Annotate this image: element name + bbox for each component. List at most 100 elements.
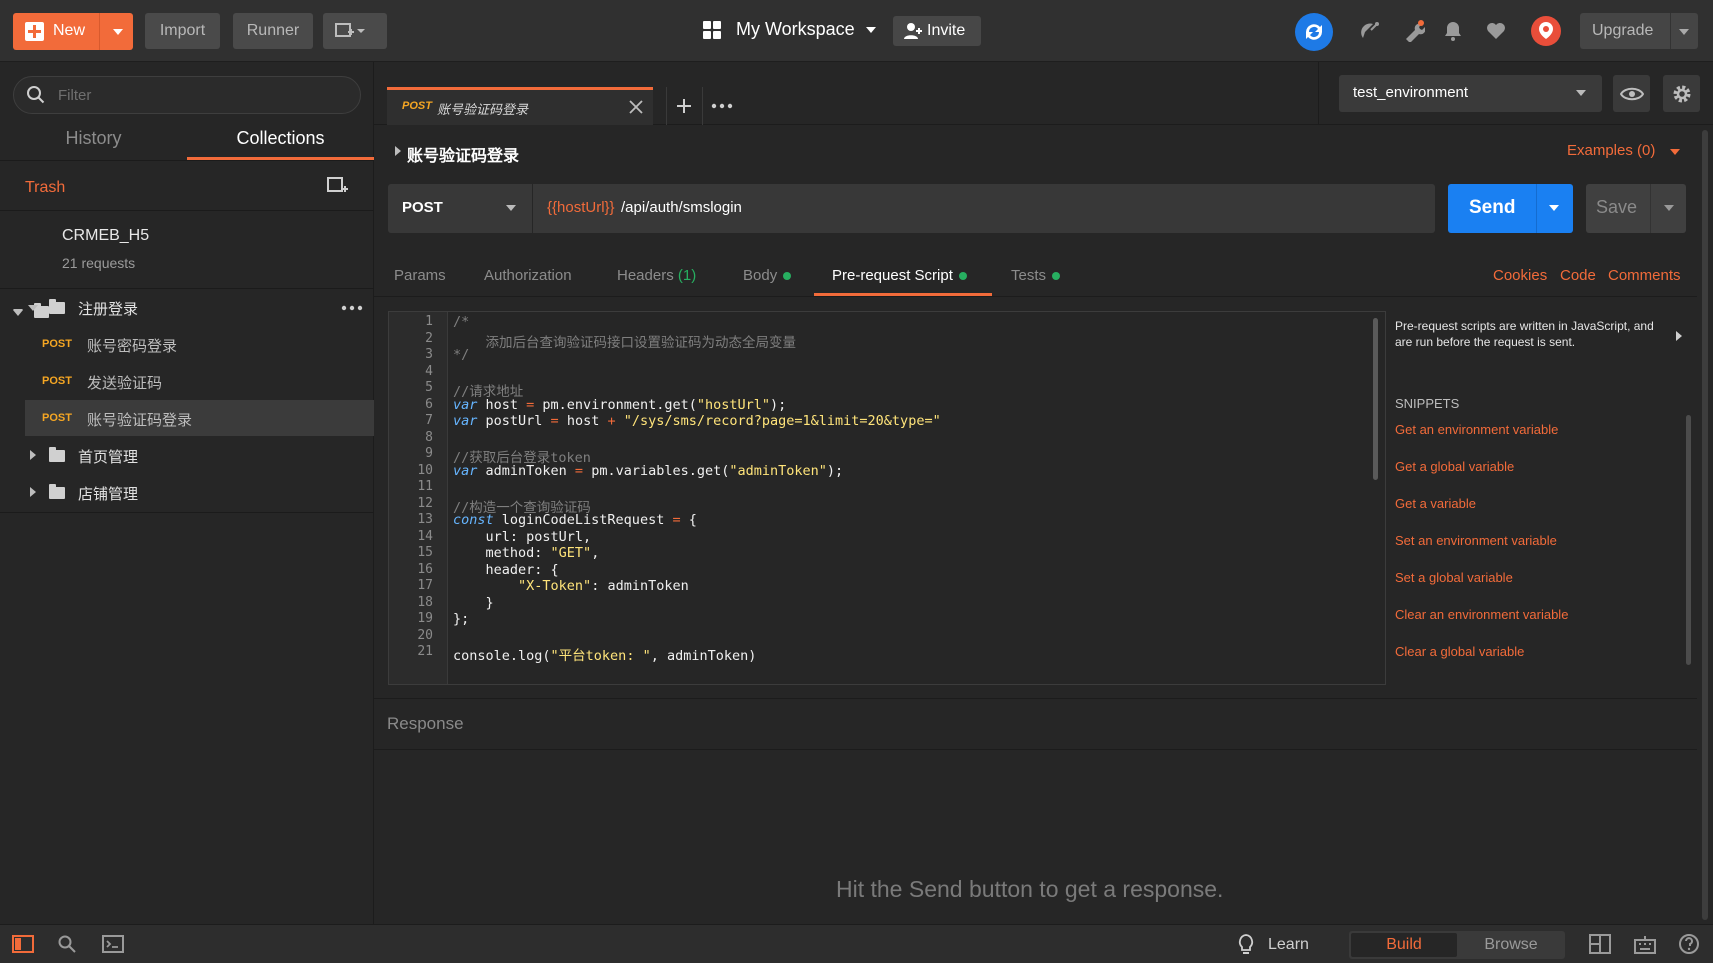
- save-label: Save: [1596, 197, 1638, 217]
- trash-link[interactable]: Trash: [25, 179, 65, 197]
- line-number: 2: [425, 330, 433, 346]
- upgrade-caret-icon[interactable]: [1679, 29, 1689, 35]
- learn-link[interactable]: Learn: [1268, 936, 1309, 954]
- editor-scrollbar[interactable]: [1373, 318, 1378, 480]
- examples-label: Examples (0): [1567, 142, 1656, 159]
- settings-wrench-icon[interactable]: [1403, 20, 1425, 42]
- new-window-button[interactable]: [323, 13, 387, 49]
- line-number: 8: [425, 429, 433, 445]
- line-number: 18: [417, 594, 433, 610]
- heart-icon[interactable]: [1485, 20, 1507, 42]
- toggle-sidebar-icon[interactable]: [12, 935, 34, 953]
- new-tab-button[interactable]: [666, 87, 700, 125]
- code-link[interactable]: Code: [1560, 267, 1596, 284]
- snippet-link[interactable]: Get an environment variable: [1395, 422, 1558, 437]
- new-dropdown-icon[interactable]: [113, 29, 123, 35]
- search-icon[interactable]: [57, 934, 77, 954]
- send-dropdown-icon[interactable]: [1549, 205, 1559, 211]
- browse-tab[interactable]: Browse: [1459, 933, 1563, 957]
- code-line: console.log("平台token: ", adminToken): [453, 648, 757, 664]
- snippet-link[interactable]: Get a global variable: [1395, 459, 1514, 474]
- expand-description-icon[interactable]: [395, 146, 401, 156]
- help-icon[interactable]: [1678, 933, 1700, 955]
- request-item[interactable]: POST 账号密码登录: [0, 326, 374, 362]
- request-name: 账号密码登录: [87, 338, 178, 355]
- url-input[interactable]: {{hostUrl}} /api/auth/smslogin: [533, 184, 1435, 233]
- folder-name: 首页管理: [78, 449, 139, 466]
- close-icon[interactable]: [629, 100, 643, 114]
- tab-options-button[interactable]: [702, 87, 738, 125]
- collapse-snippets-icon[interactable]: [1676, 331, 1682, 341]
- upgrade-button[interactable]: Upgrade: [1580, 13, 1698, 49]
- save-button[interactable]: Save: [1586, 184, 1686, 233]
- snippet-link[interactable]: Get a variable: [1395, 496, 1476, 511]
- code-line: url: postUrl,: [453, 528, 592, 545]
- tab-title: 账号验证码登录: [437, 102, 529, 117]
- method-value: POST: [402, 199, 443, 216]
- console-icon[interactable]: [102, 935, 124, 953]
- examples-dropdown[interactable]: Examples (0): [1567, 142, 1680, 159]
- line-number-gutter: 1 2 3 4 5 6 7 8 9 10 11 12 13 14 15 16 17 18 19 20 21: [389, 312, 448, 684]
- cookies-link[interactable]: Cookies: [1493, 267, 1547, 284]
- chevron-down-icon: [506, 205, 516, 211]
- sync-button[interactable]: [1295, 13, 1333, 51]
- avatar[interactable]: [1531, 16, 1561, 46]
- request-tab-strip: POST 账号验证码登录: [374, 62, 1318, 125]
- new-button[interactable]: New: [13, 13, 133, 50]
- folder-row[interactable]: 首页管理: [0, 437, 374, 473]
- two-pane-view-icon[interactable]: [1589, 934, 1611, 954]
- folder-expand-icon[interactable]: [30, 487, 36, 497]
- line-number: 7: [425, 413, 433, 428]
- tab-body[interactable]: Body: [743, 267, 792, 284]
- folder-name: 店铺管理: [78, 486, 139, 503]
- send-button[interactable]: Send: [1448, 184, 1573, 233]
- folder-row[interactable]: 店铺管理: [0, 474, 374, 510]
- sidebar: Filter History Collections Trash CRMEB_H…: [0, 62, 374, 924]
- tab-headers[interactable]: Headers (1): [617, 267, 696, 284]
- collection-row[interactable]: [0, 211, 374, 316]
- tab-history[interactable]: History: [0, 128, 187, 158]
- snippets-scrollbar[interactable]: [1686, 415, 1691, 665]
- snippet-link[interactable]: Set a global variable: [1395, 570, 1513, 585]
- tab-label: Body: [743, 267, 778, 284]
- snippet-link[interactable]: Clear an environment variable: [1395, 607, 1568, 622]
- environment-select[interactable]: test_environment: [1339, 75, 1602, 112]
- import-button[interactable]: Import: [145, 13, 220, 49]
- line-number: 13: [417, 512, 433, 527]
- line-number: 12: [417, 495, 433, 511]
- tab-pre-request-script[interactable]: Pre-request Script: [832, 267, 967, 284]
- tab-params[interactable]: Params: [394, 267, 446, 284]
- tab-authorization[interactable]: Authorization: [484, 267, 572, 284]
- invite-button[interactable]: Invite: [893, 16, 981, 46]
- open-request-tab[interactable]: POST 账号验证码登录: [387, 87, 653, 125]
- snippet-link[interactable]: Clear a global variable: [1395, 644, 1524, 659]
- satellite-icon[interactable]: [1359, 20, 1381, 42]
- more-options-icon[interactable]: [341, 305, 363, 311]
- request-item-selected[interactable]: POST 账号验证码登录: [25, 400, 374, 436]
- script-editor[interactable]: 1 2 3 4 5 6 7 8 9 10 11 12 13 14 15 16 17 18 19 20 21 /* 添加后…: [388, 311, 1386, 685]
- runner-button[interactable]: Runner: [233, 13, 313, 49]
- keyboard-shortcuts-icon[interactable]: [1634, 934, 1656, 954]
- new-collection-icon[interactable]: [327, 175, 349, 197]
- environment-quick-look-button[interactable]: [1613, 75, 1650, 112]
- line-number: 21: [417, 644, 433, 659]
- folder-icon: [49, 484, 65, 499]
- main-scrollbar[interactable]: [1702, 130, 1708, 920]
- filter-input[interactable]: Filter: [13, 76, 361, 114]
- tab-collections[interactable]: Collections: [187, 128, 374, 158]
- save-dropdown-icon[interactable]: [1664, 205, 1674, 211]
- folder-expand-icon[interactable]: [30, 450, 36, 460]
- build-tab[interactable]: Build: [1351, 933, 1457, 957]
- request-item[interactable]: POST 发送验证码: [0, 363, 374, 399]
- tab-tests[interactable]: Tests: [1011, 267, 1061, 284]
- snippets-heading: SNIPPETS: [1395, 396, 1460, 411]
- folder-row[interactable]: 注册登录: [0, 289, 374, 325]
- snippet-link[interactable]: Set an environment variable: [1395, 533, 1557, 548]
- line-number: 20: [417, 627, 433, 643]
- method-select[interactable]: POST: [388, 184, 532, 233]
- manage-environments-button[interactable]: [1663, 75, 1700, 112]
- notification-bell-icon[interactable]: [1442, 20, 1464, 42]
- comments-link[interactable]: Comments: [1608, 267, 1681, 284]
- folder-collapse-icon[interactable]: [28, 305, 38, 311]
- status-dot: [958, 272, 967, 281]
